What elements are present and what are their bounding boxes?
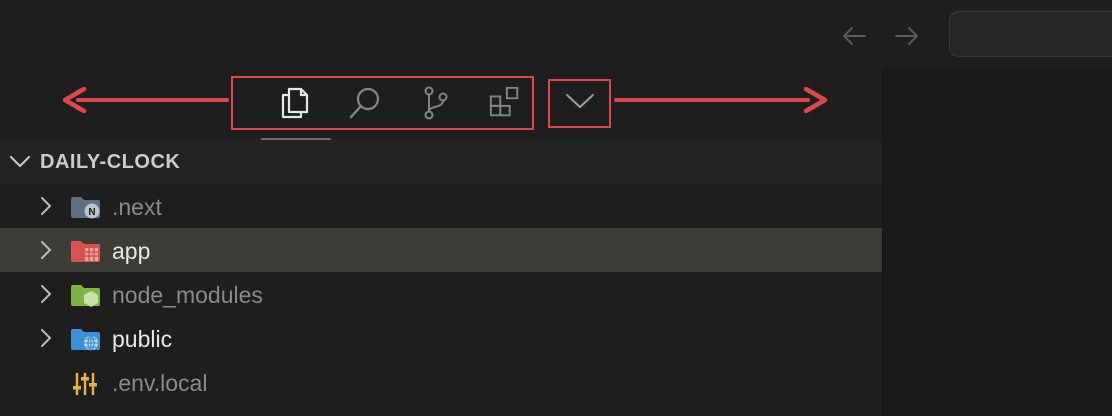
tree-item-label: app <box>112 238 151 264</box>
app-folder-icon <box>70 239 102 263</box>
nextjs-folder-icon: N <box>70 195 102 219</box>
node-folder-icon <box>70 283 102 307</box>
chevron-down-icon <box>10 156 30 167</box>
activity-icons-highlight <box>231 76 534 130</box>
left-arrow-annotation <box>76 98 229 102</box>
tree-row[interactable]: N .next <box>0 184 882 228</box>
more-views-highlight <box>548 79 611 128</box>
project-root-label: DAILY-CLOCK <box>40 151 181 173</box>
settings-sliders-icon <box>70 371 102 395</box>
public-folder-icon <box>70 327 102 351</box>
svg-text:N: N <box>88 207 95 218</box>
editor-area <box>882 70 1112 416</box>
tree-row[interactable]: public <box>0 316 882 360</box>
tree-item-label: public <box>112 326 173 352</box>
chevron-right-icon <box>36 240 56 260</box>
right-arrow-annotation <box>614 98 810 102</box>
tree-item-label: .env.local <box>112 370 208 396</box>
right-arrowhead-icon <box>803 86 828 114</box>
tree-item-label: .next <box>112 194 162 220</box>
command-center-search[interactable] <box>949 11 1112 57</box>
chevron-right-icon <box>36 284 56 304</box>
tree-row[interactable]: node_modules <box>0 272 882 316</box>
chevron-right-icon <box>36 328 56 348</box>
title-bar <box>0 0 1112 70</box>
tree-item-label: node_modules <box>112 282 263 308</box>
explorer-root-header[interactable]: DAILY-CLOCK <box>0 140 882 184</box>
tree-row[interactable]: .env.local <box>0 360 882 404</box>
left-arrowhead-icon <box>62 86 87 114</box>
chevron-right-icon <box>36 196 56 216</box>
tree-row[interactable]: app <box>0 228 882 272</box>
arrow-right-icon[interactable] <box>893 22 921 50</box>
arrow-left-icon[interactable] <box>840 22 868 50</box>
